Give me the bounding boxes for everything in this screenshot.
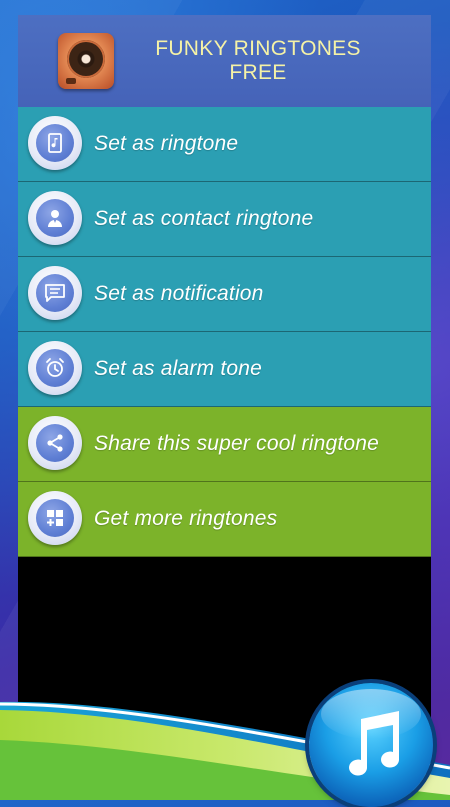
icon-circle [28,116,82,170]
message-icon [45,284,65,302]
icon-circle-inner [36,499,74,537]
menu-item-label: Get more ringtones [94,507,278,530]
get-more-ringtones-button[interactable]: Get more ringtones [18,482,431,557]
vinyl-disc-icon [67,40,105,78]
set-as-ringtone-button[interactable]: Set as ringtone [18,107,431,182]
app-logo-icon [58,33,114,89]
menu-item-label: Set as ringtone [94,132,239,155]
music-player-button[interactable] [309,683,433,807]
app-title: FUNKY RINGTONES FREE [155,37,361,84]
icon-circle-inner [36,199,74,237]
set-as-alarm-tone-button[interactable]: Set as alarm tone [18,332,431,407]
ringtone-options-menu: Set as ringtone Set as contact ringtone [18,107,431,557]
share-ringtone-button[interactable]: Share this super cool ringtone [18,407,431,482]
share-icon [47,434,63,452]
menu-item-label: Set as alarm tone [94,357,262,380]
icon-circle [28,341,82,395]
icon-circle-inner [36,274,74,312]
music-note-icon [349,711,400,776]
icon-circle [28,491,82,545]
icon-circle [28,266,82,320]
menu-item-label: Set as contact ringtone [94,207,314,230]
music-file-icon [48,133,62,153]
icon-circle [28,416,82,470]
icon-circle-inner [36,424,74,462]
alarm-clock-icon [46,358,64,377]
menu-item-label: Set as notification [94,282,264,305]
contact-icon [48,210,62,227]
menu-item-label: Share this super cool ringtone [94,432,379,455]
set-as-notification-button[interactable]: Set as notification [18,257,431,332]
logo-knob [66,78,76,84]
app-header: FUNKY RINGTONES FREE [18,15,431,107]
apps-grid-icon [47,510,63,526]
icon-circle [28,191,82,245]
icon-circle-inner [36,349,74,387]
icon-circle-inner [36,124,74,162]
set-as-contact-ringtone-button[interactable]: Set as contact ringtone [18,182,431,257]
